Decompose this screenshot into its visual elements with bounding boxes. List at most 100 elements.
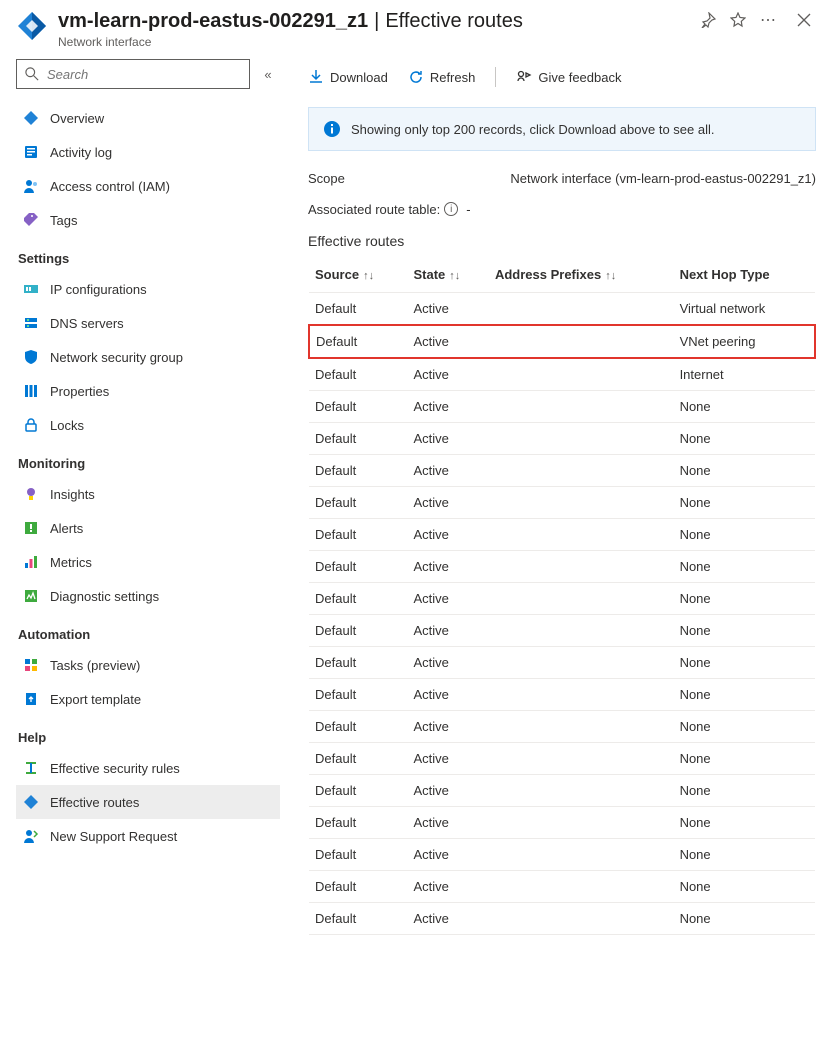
sidebar-item-diagnostic-settings[interactable]: Diagnostic settings [16, 579, 280, 613]
cell-next_hop: None [674, 775, 815, 807]
sidebar-item-label: Network security group [50, 350, 183, 365]
sidebar-item-overview[interactable]: Overview [16, 101, 280, 135]
search-icon [25, 67, 39, 81]
cell-source: Default [309, 519, 407, 551]
cell-next_hop: None [674, 679, 815, 711]
cell-prefixes [489, 839, 674, 871]
cell-next_hop: Virtual network [674, 293, 815, 326]
table-row[interactable]: DefaultActiveNone [309, 871, 815, 903]
table-row[interactable]: DefaultActiveNone [309, 455, 815, 487]
cell-prefixes [489, 743, 674, 775]
cell-state: Active [407, 775, 488, 807]
table-row[interactable]: DefaultActiveNone [309, 679, 815, 711]
cell-state: Active [407, 487, 488, 519]
table-row[interactable]: DefaultActiveNone [309, 423, 815, 455]
cell-source: Default [309, 679, 407, 711]
cell-prefixes [489, 711, 674, 743]
refresh-button[interactable]: Refresh [408, 69, 476, 85]
table-row[interactable]: DefaultActiveNone [309, 583, 815, 615]
sidebar-item-tasks-preview-[interactable]: Tasks (preview) [16, 648, 280, 682]
table-row[interactable]: DefaultActiveVirtual network [309, 293, 815, 326]
eff-sec-rules-icon [22, 759, 40, 777]
sidebar-item-export-template[interactable]: Export template [16, 682, 280, 716]
col-prefixes[interactable]: Address Prefixes↑↓ [489, 257, 674, 293]
table-row[interactable]: DefaultActiveNone [309, 839, 815, 871]
cell-prefixes [489, 391, 674, 423]
sidebar-item-label: Tasks (preview) [50, 658, 140, 673]
download-button[interactable]: Download [308, 69, 388, 85]
sidebar-item-effective-security-rules[interactable]: Effective security rules [16, 751, 280, 785]
cell-state: Active [407, 903, 488, 935]
star-icon[interactable] [730, 12, 746, 28]
table-row[interactable]: DefaultActiveNone [309, 903, 815, 935]
col-state[interactable]: State↑↓ [407, 257, 488, 293]
collapse-sidebar-icon[interactable]: « [256, 67, 280, 82]
table-row[interactable]: DefaultActiveNone [309, 807, 815, 839]
sidebar-item-properties[interactable]: Properties [16, 374, 280, 408]
cell-next_hop: None [674, 487, 815, 519]
cell-next_hop: None [674, 615, 815, 647]
pin-icon[interactable] [700, 12, 716, 28]
table-row[interactable]: DefaultActiveVNet peering [309, 325, 815, 358]
close-icon[interactable] [796, 12, 812, 28]
page-subtitle: Effective routes [385, 10, 522, 33]
more-icon[interactable]: ⋯ [760, 10, 776, 30]
cell-state: Active [407, 615, 488, 647]
sort-icon: ↑↓ [605, 270, 616, 282]
sidebar-item-locks[interactable]: Locks [16, 408, 280, 442]
table-row[interactable]: DefaultActiveNone [309, 487, 815, 519]
cell-source: Default [309, 551, 407, 583]
table-row[interactable]: DefaultActiveNone [309, 519, 815, 551]
export-template-icon [22, 690, 40, 708]
info-icon [323, 120, 341, 138]
table-row[interactable]: DefaultActive None [309, 775, 815, 807]
sidebar-item-tags[interactable]: Tags [16, 203, 280, 237]
sidebar-item-network-security-group[interactable]: Network security group [16, 340, 280, 374]
cell-prefixes [489, 615, 674, 647]
info-circle-icon[interactable]: i [444, 202, 458, 216]
sidebar-item-label: Access control (IAM) [50, 179, 170, 194]
sidebar-group-help: Help [18, 730, 280, 745]
sidebar-item-new-support-request[interactable]: New Support Request [16, 819, 280, 853]
sidebar-item-metrics[interactable]: Metrics [16, 545, 280, 579]
cell-source: Default [309, 871, 407, 903]
tasks-icon [22, 656, 40, 674]
col-nexthop[interactable]: Next Hop Type [674, 257, 815, 293]
sidebar-item-insights[interactable]: Insights [16, 477, 280, 511]
table-row[interactable]: DefaultActiveNone [309, 743, 815, 775]
sidebar-item-dns-servers[interactable]: DNS servers [16, 306, 280, 340]
sidebar-item-activity-log[interactable]: Activity log [16, 135, 280, 169]
insights-icon [22, 485, 40, 503]
table-row[interactable]: DefaultActiveNone [309, 615, 815, 647]
cell-prefixes [489, 423, 674, 455]
nsg-icon [22, 348, 40, 366]
sidebar-item-alerts[interactable]: Alerts [16, 511, 280, 545]
feedback-button[interactable]: Give feedback [516, 69, 621, 85]
sidebar-search-input[interactable] [45, 66, 241, 83]
locks-icon [22, 416, 40, 434]
overview-icon [22, 109, 40, 127]
table-row[interactable]: DefaultActiveNone [309, 711, 815, 743]
col-source[interactable]: Source↑↓ [309, 257, 407, 293]
download-icon [308, 69, 324, 85]
cell-source: Default [309, 358, 407, 391]
table-row[interactable]: DefaultActiveInternet [309, 358, 815, 391]
cell-next_hop: None [674, 871, 815, 903]
cell-state: Active [407, 519, 488, 551]
info-banner: Showing only top 200 records, click Down… [308, 107, 816, 151]
main-content: Download Refresh Give feedback Showing o… [288, 59, 828, 945]
sidebar-search[interactable] [16, 59, 250, 89]
sidebar-item-effective-routes[interactable]: Effective routes [16, 785, 280, 819]
table-row[interactable]: DefaultActiveNone [309, 551, 815, 583]
table-row[interactable]: DefaultActiveNone [309, 647, 815, 679]
sidebar-item-access-control-iam-[interactable]: Access control (IAM) [16, 169, 280, 203]
table-row[interactable]: DefaultActiveNone [309, 391, 815, 423]
cell-source: Default [309, 903, 407, 935]
sidebar-item-label: Properties [50, 384, 109, 399]
sidebar-item-ip-configurations[interactable]: IP configurations [16, 272, 280, 306]
refresh-icon [408, 69, 424, 85]
cell-source: Default [309, 775, 407, 807]
cell-state: Active [407, 839, 488, 871]
cell-source: Default [309, 423, 407, 455]
toolbar: Download Refresh Give feedback [308, 59, 816, 95]
